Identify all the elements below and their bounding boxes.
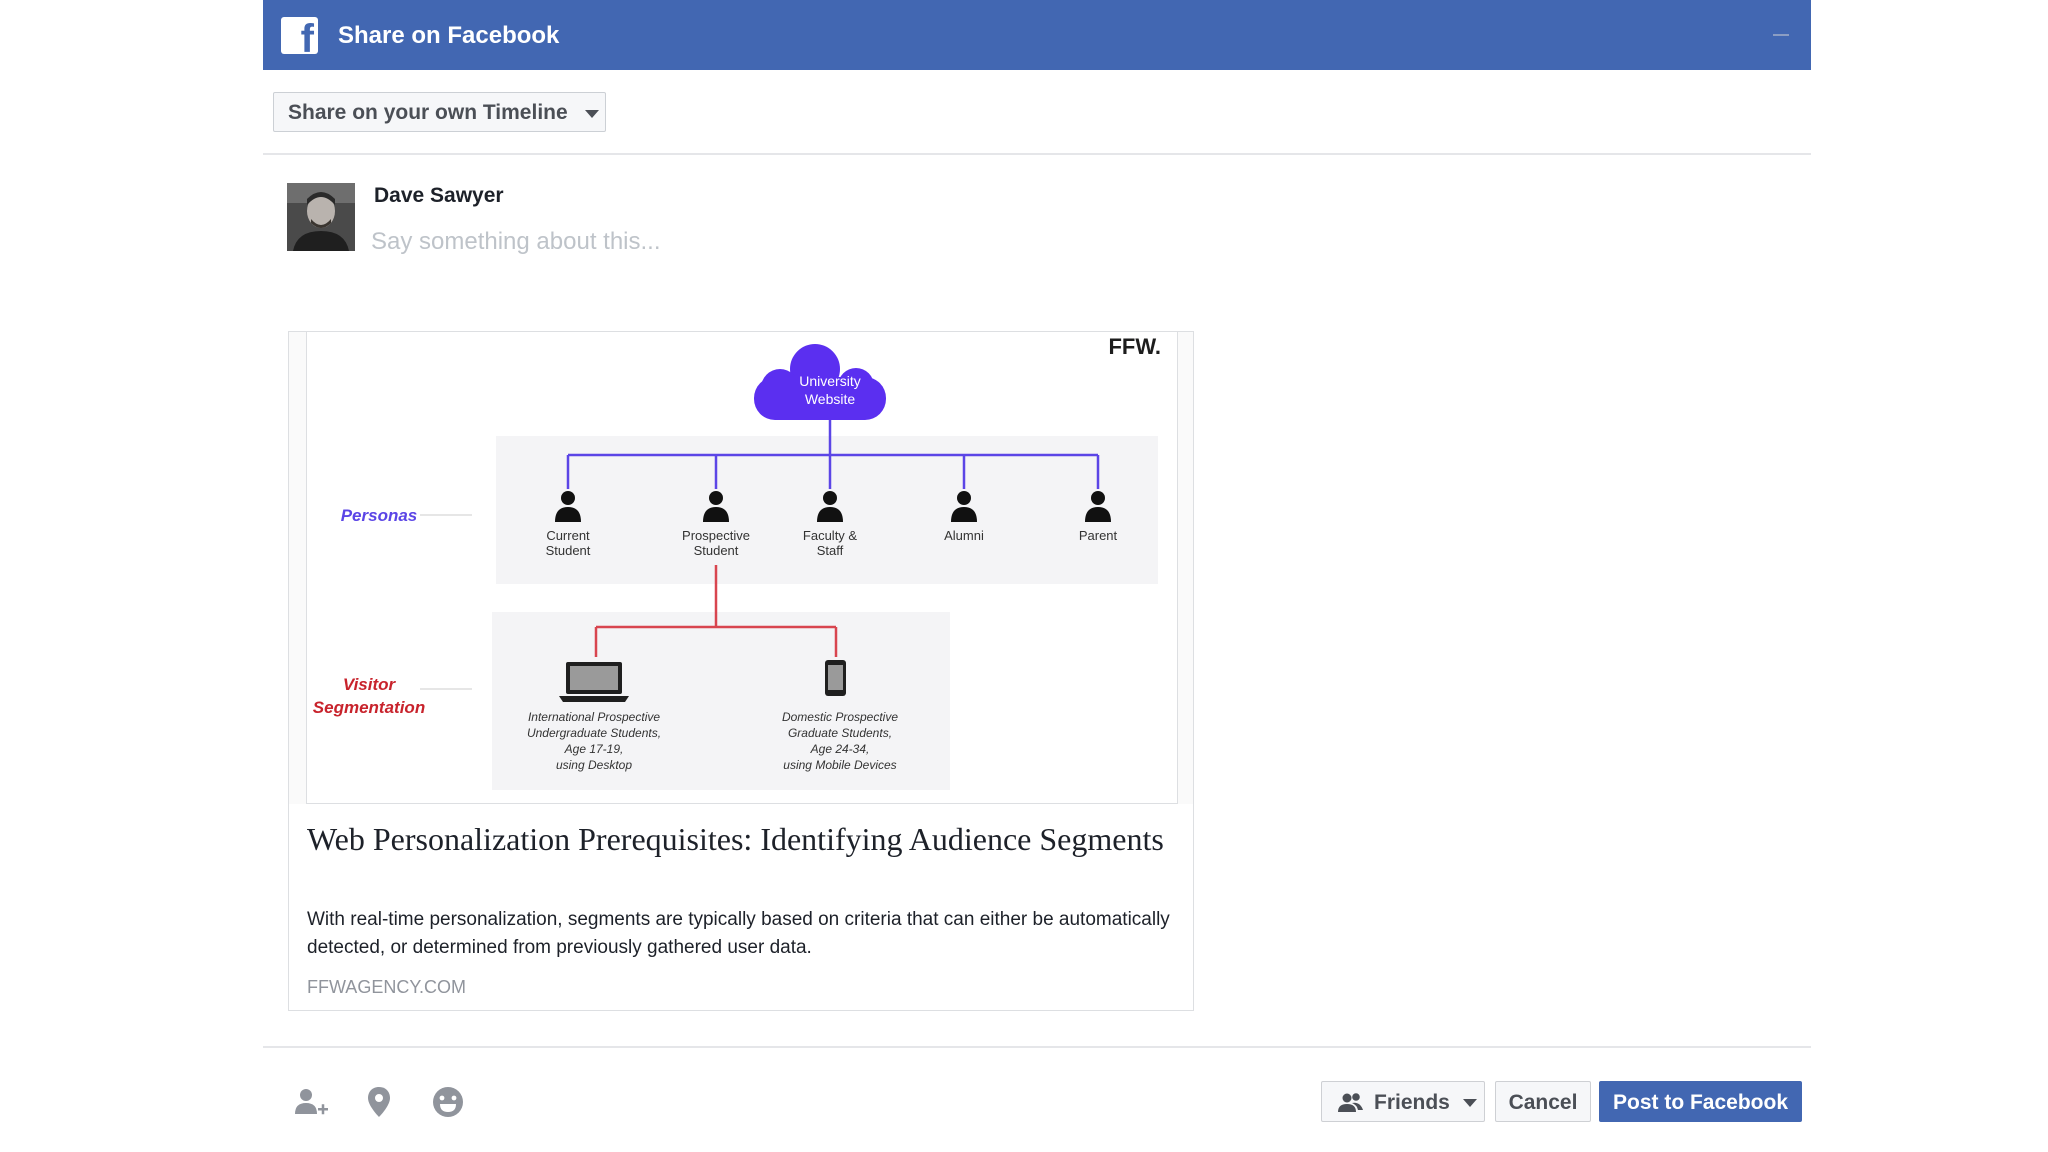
divider-bottom: [263, 1046, 1811, 1048]
segmentation-label-line1: Visitor: [343, 675, 397, 694]
segment-label: International Prospective: [528, 710, 660, 724]
friends-icon: [1338, 1092, 1364, 1120]
link-preview-card[interactable]: FFW. University Website Personas Visitor…: [288, 331, 1194, 1011]
user-name: Dave Sawyer: [374, 184, 504, 207]
segment-label: using Mobile Devices: [783, 758, 896, 772]
link-title[interactable]: Web Personalization Prerequisites: Ident…: [307, 820, 1167, 858]
link-description: With real-time personalization, segments…: [307, 909, 1170, 958]
post-to-facebook-button[interactable]: Post to Facebook: [1599, 1081, 1802, 1122]
persona-label: Student: [694, 543, 739, 558]
persona-label: Parent: [1079, 528, 1118, 543]
segment-label: Age 17-19,: [564, 742, 624, 756]
location-pin-icon[interactable]: [361, 1084, 397, 1120]
cloud-label-line2: Website: [805, 391, 856, 407]
laptop-icon: [559, 662, 629, 702]
segmentation-label-line2: Segmentation: [313, 698, 425, 717]
segment-label: Domestic Prospective: [782, 710, 898, 724]
audience-selector-label: Share on your own Timeline: [288, 101, 568, 124]
post-label: Post to Facebook: [1612, 1091, 1789, 1114]
dialog-header: f Share on Facebook: [263, 0, 1811, 70]
audience-selector-button[interactable]: Share on your own Timeline: [273, 92, 606, 132]
segment-label: Undergraduate Students,: [527, 726, 661, 740]
feeling-emoji-icon[interactable]: [430, 1084, 466, 1120]
privacy-selector-button[interactable]: Friends: [1321, 1081, 1485, 1122]
chevron-down-icon: [585, 110, 599, 118]
link-preview-image: FFW. University Website Personas Visitor…: [289, 332, 1193, 804]
persona-label: Current: [546, 528, 590, 543]
segment-label: Age 24-34,: [810, 742, 870, 756]
cancel-label: Cancel: [1508, 1091, 1578, 1114]
cloud-node: University Website: [754, 344, 886, 420]
collapse-icon[interactable]: [1773, 34, 1789, 36]
status-input[interactable]: [371, 224, 1171, 260]
segment-label: Graduate Students,: [788, 726, 892, 740]
persona-label: Alumni: [944, 528, 984, 543]
share-dialog: f Share on Facebook Share on your own Ti…: [263, 0, 1811, 1152]
privacy-selector-label: Friends: [1374, 1091, 1450, 1114]
persona-label: Faculty &: [803, 528, 858, 543]
cancel-button[interactable]: Cancel: [1495, 1081, 1591, 1122]
mobile-device-icon: [825, 660, 846, 696]
persona-label: Staff: [817, 543, 844, 558]
brand-logo: FFW.: [1108, 334, 1161, 359]
divider-top: [263, 153, 1811, 155]
persona-label: Student: [546, 543, 591, 558]
segment-label: using Desktop: [556, 758, 632, 772]
link-domain: FFWAGENCY.COM: [307, 977, 467, 997]
chevron-down-icon: [1463, 1099, 1477, 1107]
persona-diagram: FFW. University Website Personas Visitor…: [313, 334, 1161, 790]
tag-friends-icon[interactable]: [293, 1084, 329, 1120]
facebook-logo-icon: f: [281, 17, 318, 59]
persona-label: Prospective: [682, 528, 750, 543]
dialog-title: Share on Facebook: [338, 22, 560, 49]
avatar: [287, 183, 355, 251]
personas-label: Personas: [341, 506, 418, 525]
cloud-label-line1: University: [799, 373, 860, 389]
